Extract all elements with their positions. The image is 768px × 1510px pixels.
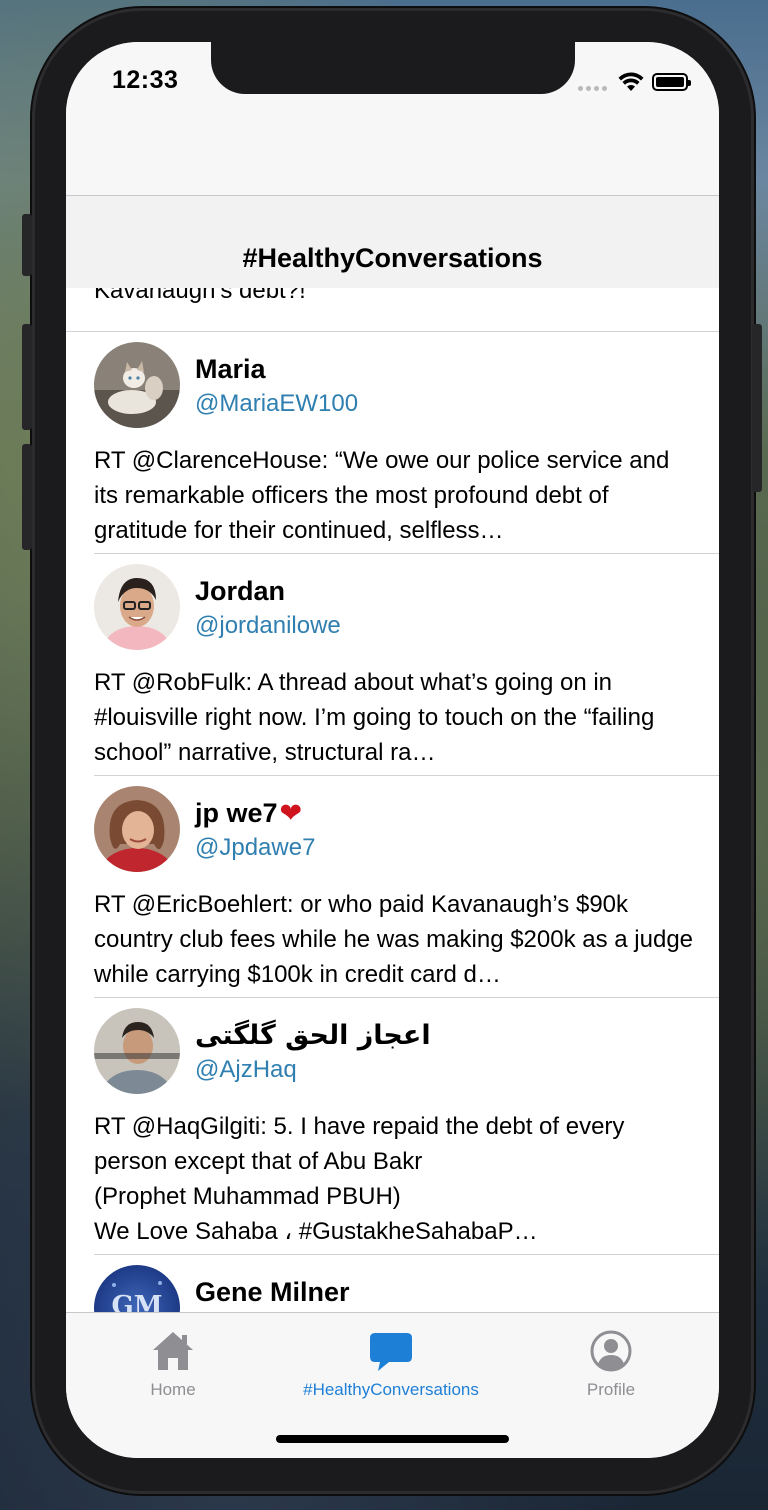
tweet-feed[interactable]: Kavanaugh’s debt?! Maria @MariaEW100 RT … xyxy=(66,288,719,1312)
user-handle[interactable]: @MariaEW100 xyxy=(195,390,358,418)
avatar[interactable] xyxy=(94,342,180,428)
avatar-initials: GM xyxy=(111,1291,163,1312)
tweet-row[interactable]: GM Gene Milner xyxy=(94,1255,719,1312)
tab-label: #HealthyConversations xyxy=(303,1380,479,1399)
tweet-row[interactable]: Jordan @jordanilowe RT @RobFulk: A threa… xyxy=(94,554,719,776)
user-name[interactable]: Maria xyxy=(195,354,266,385)
status-time: 12:33 xyxy=(112,66,179,94)
heart-emoji-icon: ❤ xyxy=(279,798,303,828)
user-name[interactable]: Gene Milner xyxy=(195,1277,350,1308)
user-handle[interactable]: @AjzHaq xyxy=(195,1056,297,1084)
avatar[interactable] xyxy=(94,786,180,872)
navigation-bar: #HealthyConversations xyxy=(66,196,719,288)
tweet-text: RT @EricBoehlert: or who paid Kavanaugh’… xyxy=(94,891,694,988)
tab-label: Home xyxy=(150,1380,196,1399)
user-name[interactable]: اعجاز الحق گلگتی xyxy=(195,1020,431,1051)
tweet-text: RT @RobFulk: A thread about what’s going… xyxy=(94,669,655,766)
avatar[interactable] xyxy=(94,564,180,650)
wifi-icon xyxy=(618,72,644,91)
power-button xyxy=(752,324,762,492)
tweet-text: Kavanaugh’s debt?! xyxy=(94,288,306,304)
chat-bubble-icon xyxy=(370,1333,412,1371)
page-title: #HealthyConversations xyxy=(242,243,543,273)
tab-profile[interactable]: Profile xyxy=(566,1329,656,1400)
user-name[interactable]: jp we7❤ xyxy=(195,798,302,829)
volume-down-button xyxy=(22,444,32,550)
tab-home[interactable]: Home xyxy=(128,1329,218,1400)
user-handle[interactable]: @Jpdawe7 xyxy=(195,834,315,862)
tab-label: Profile xyxy=(586,1380,636,1399)
app-screen: 12:33 #HealthyConversations Kavanaugh’s … xyxy=(66,42,719,1458)
tweet-row[interactable]: jp we7❤ @Jpdawe7 RT @EricBoehlert: or wh… xyxy=(94,776,719,998)
tab-healthy-conversations[interactable]: #HealthyConversations xyxy=(281,1329,501,1400)
profile-icon xyxy=(590,1330,632,1372)
home-indicator[interactable] xyxy=(276,1435,509,1443)
home-icon xyxy=(153,1332,193,1370)
tweet-partial[interactable]: Kavanaugh’s debt?! xyxy=(66,288,719,332)
notch xyxy=(211,42,575,94)
volume-up-button xyxy=(22,324,32,430)
tweet-text: RT @HaqGilgiti: 5. I have repaid the deb… xyxy=(94,1113,625,1245)
cellular-signal-icon xyxy=(578,86,607,91)
tweet-row[interactable]: Maria @MariaEW100 RT @ClarenceHouse: “We… xyxy=(94,332,719,554)
avatar[interactable] xyxy=(94,1008,180,1094)
silent-switch xyxy=(22,214,32,276)
user-handle[interactable]: @jordanilowe xyxy=(195,612,341,640)
battery-icon xyxy=(652,73,691,91)
avatar[interactable]: GM xyxy=(94,1265,180,1312)
user-name[interactable]: Jordan xyxy=(195,576,285,607)
tweet-row[interactable]: اعجاز الحق گلگتی @AjzHaq RT @HaqGilgiti:… xyxy=(94,998,719,1255)
tweet-text: RT @ClarenceHouse: “We owe our police se… xyxy=(94,447,670,544)
